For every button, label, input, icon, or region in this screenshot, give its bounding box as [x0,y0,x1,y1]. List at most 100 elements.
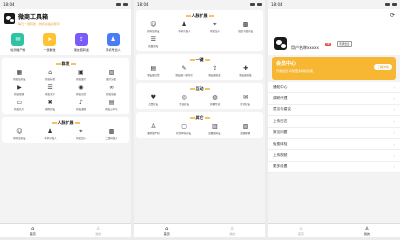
tool-item[interactable]: ☰ 群发文字 [35,84,66,96]
status-bar: 18:04 [268,0,400,9]
feature-mass-send[interactable]: ➤ 一键群发 [35,33,65,52]
tool-item[interactable]: ♪ 群发通知 [66,99,97,111]
feature-label: 检测僵尸粉 [10,48,26,52]
doc-icon: ☰ [47,84,53,91]
menu-item[interactable]: 调研代理 › [268,93,400,105]
tool-item[interactable]: ▥ 批量删好友 [200,123,231,135]
tool-item[interactable]: ✖ 删除好友 [35,99,66,111]
tab-mine[interactable]: ♙ 我的 [200,224,266,237]
section-title: 人脉扩展 [138,12,261,19]
menu-label: 上传日志 [273,118,288,123]
section-title: 人脉扩展 [4,119,127,126]
tool-item[interactable]: ♥ 点赞好友 [138,94,169,106]
feature-row: ✉ 检测僵尸粉 ➤ 一键群发 ⇪ 朋友圈转发 ♟ 手机号加人 [0,29,131,55]
tool-item[interactable]: ▨ 图片分发 [96,69,127,81]
tool-item[interactable]: ✎ 朋友圈一键评论 [169,65,200,77]
tool-item[interactable]: ⌖ 附近加人 [66,128,97,140]
vip-banner[interactable]: 会员中心 开通会员,享受更多特权功能 了解详情 [272,57,396,80]
tool-item[interactable]: ▭ 群发名片 [4,99,35,111]
tool-item[interactable]: ☰ 批量添加 [138,36,169,48]
user-add-icon: ♟ [106,33,120,46]
menu-item[interactable]: 免费体验 › [268,139,400,151]
chevron-right-icon: › [393,84,395,90]
profile-row[interactable]: 用户名称xxxxx VIP 普通会员 [268,35,400,55]
status-icons [250,0,262,9]
chevron-right-icon: › [393,141,395,147]
tool-item[interactable]: ⌂ 群发标签 [35,69,66,81]
menu-item[interactable]: 上传视频 › [268,150,400,162]
tool-item[interactable]: ⇪ 朋友圈转发 [200,65,231,77]
feature-phone-add[interactable]: ♟ 手机号加人 [98,33,128,52]
tool-item[interactable]: ▦ 群发加好友 [4,69,35,81]
tool-item[interactable]: ◎ 互动好友 [169,94,200,106]
tool-item[interactable]: ♙ 删除僵尸粉 [138,123,169,135]
tab-home[interactable]: ⌂ 首页 [134,224,200,237]
tool-item[interactable]: ▤ 朋友圈点赞 [138,65,169,77]
tool-item[interactable]: ▧ 清理群聊 [230,123,261,135]
scan-icon: ▢ [181,123,187,130]
app-title: 微商工具箱 [18,13,49,21]
tool-item[interactable]: ♟ 手机号加人 [35,128,66,140]
menu-item[interactable]: 通知中心 › [268,82,400,94]
tab-label: 首页 [297,231,304,236]
status-bar: 18:04 [0,0,131,9]
tool-item[interactable]: ◍ 群聊互动 [200,94,231,106]
tool-item[interactable]: ▢ 检测单向好友 [169,123,200,135]
tool-item[interactable]: ▶ 群发视频 [4,84,35,96]
menu-label: 更多设置 [273,164,288,169]
tab-mine[interactable]: ♙ 我的 [66,224,132,237]
status-icons [385,0,397,9]
apps-icon: ▤ [108,99,115,106]
menu-item[interactable]: 常见问题 › [268,128,400,139]
feature-moments-forward[interactable]: ⇪ 朋友圈转发 [66,33,96,52]
tab-label: 我的 [363,231,370,236]
menu-item[interactable]: 意见与建议 › [268,105,400,117]
tool-label: 朋友圈采集 [239,74,252,77]
tool-item[interactable]: ▩ 微信号加好友 [230,21,261,33]
tool-grid: ☺ 群内加好友 ♟ 手机号加人 ⌖ 附近加人 ▩ 微信号加好友 ☰ 批量添加 [138,19,261,48]
share-icon: ⇪ [212,65,218,72]
note-icon: ▤ [150,65,157,72]
tab-home[interactable]: ⌂ 首页 [0,224,66,237]
level-badge: 普通会员 [337,41,352,47]
bell-icon: ♪ [78,99,83,106]
tab-home[interactable]: ⌂ 首页 [268,224,334,237]
menu-item[interactable]: 上传日志 › [268,116,400,128]
tool-item[interactable]: ◉ 群发语音 [66,84,97,96]
tool-item[interactable]: ✚ 朋友圈采集 [230,65,261,77]
interact-card: 互动 ♥ 点赞好友 ◎ 互动好友 ◍ 群聊互动 ✉ 评论好友 [136,83,263,109]
tool-item[interactable]: ☺ 群内加好友 [138,21,169,33]
feature-zombie-check[interactable]: ✉ 检测僵尸粉 [3,33,33,52]
tool-item[interactable]: ♟ 手机号加人 [169,21,200,33]
tool-item[interactable]: ▩ 二维码加人 [96,128,127,140]
refresh-icon[interactable]: ⟳ [390,12,395,32]
tool-item[interactable]: ⌖ 附近加人 [200,21,231,33]
card-icon: ▭ [16,99,23,106]
mass-send-card: 群发 ▦ 群发加好友 ⌂ 群发标签 ▣ 群发图片 ▨ 图片分发 ▶ 群发视频 ☰ 群发文字 … [2,58,129,114]
tool-item[interactable]: ▤ 群发公众号 [96,99,127,111]
tool-item[interactable]: ☺ 群内加好友 [4,128,35,140]
pin-icon: ⌖ [79,128,83,135]
tool-item[interactable]: ▣ 群发图片 [66,69,97,81]
menu-label: 意见与建议 [273,107,291,112]
vip-details-button[interactable]: 了解详情 [373,64,392,70]
tool-item[interactable]: ✉ 评论好友 [230,94,261,106]
status-time: 18:04 [137,2,149,7]
tool-label: 群发文字 [45,93,56,96]
grid-icon: ▦ [16,69,23,76]
tab-label: 首页 [163,231,170,236]
feature-label: 朋友圈转发 [73,48,89,52]
menu-label: 常见问题 [273,130,288,135]
tool-item[interactable]: ∞ 群发链接 [96,84,127,96]
menu-item[interactable]: 更多设置 › [268,162,400,174]
tool-label: 批量删好友 [208,132,222,135]
menu-label: 免费体验 [273,141,288,146]
status-time: 18:04 [271,2,283,7]
link-icon: ∞ [109,84,115,91]
chevron-right-icon: › [393,107,395,113]
settings-menu: 通知中心 › 调研代理 › 意见与建议 › 上传日志 › 常见问题 › 免费体验 › 上传视… [268,82,400,174]
tab-mine[interactable]: ♙ 我的 [334,224,400,237]
other-card: 其它 ♙ 删除僵尸粉 ▢ 检测单向好友 ▥ 批量删好友 ▧ 清理群聊 [136,112,263,138]
tool-grid: ▤ 朋友圈点赞 ✎ 朋友圈一键评论 ⇪ 朋友圈转发 ✚ 朋友圈采集 [138,63,261,77]
feature-label: 一键群发 [43,48,56,52]
